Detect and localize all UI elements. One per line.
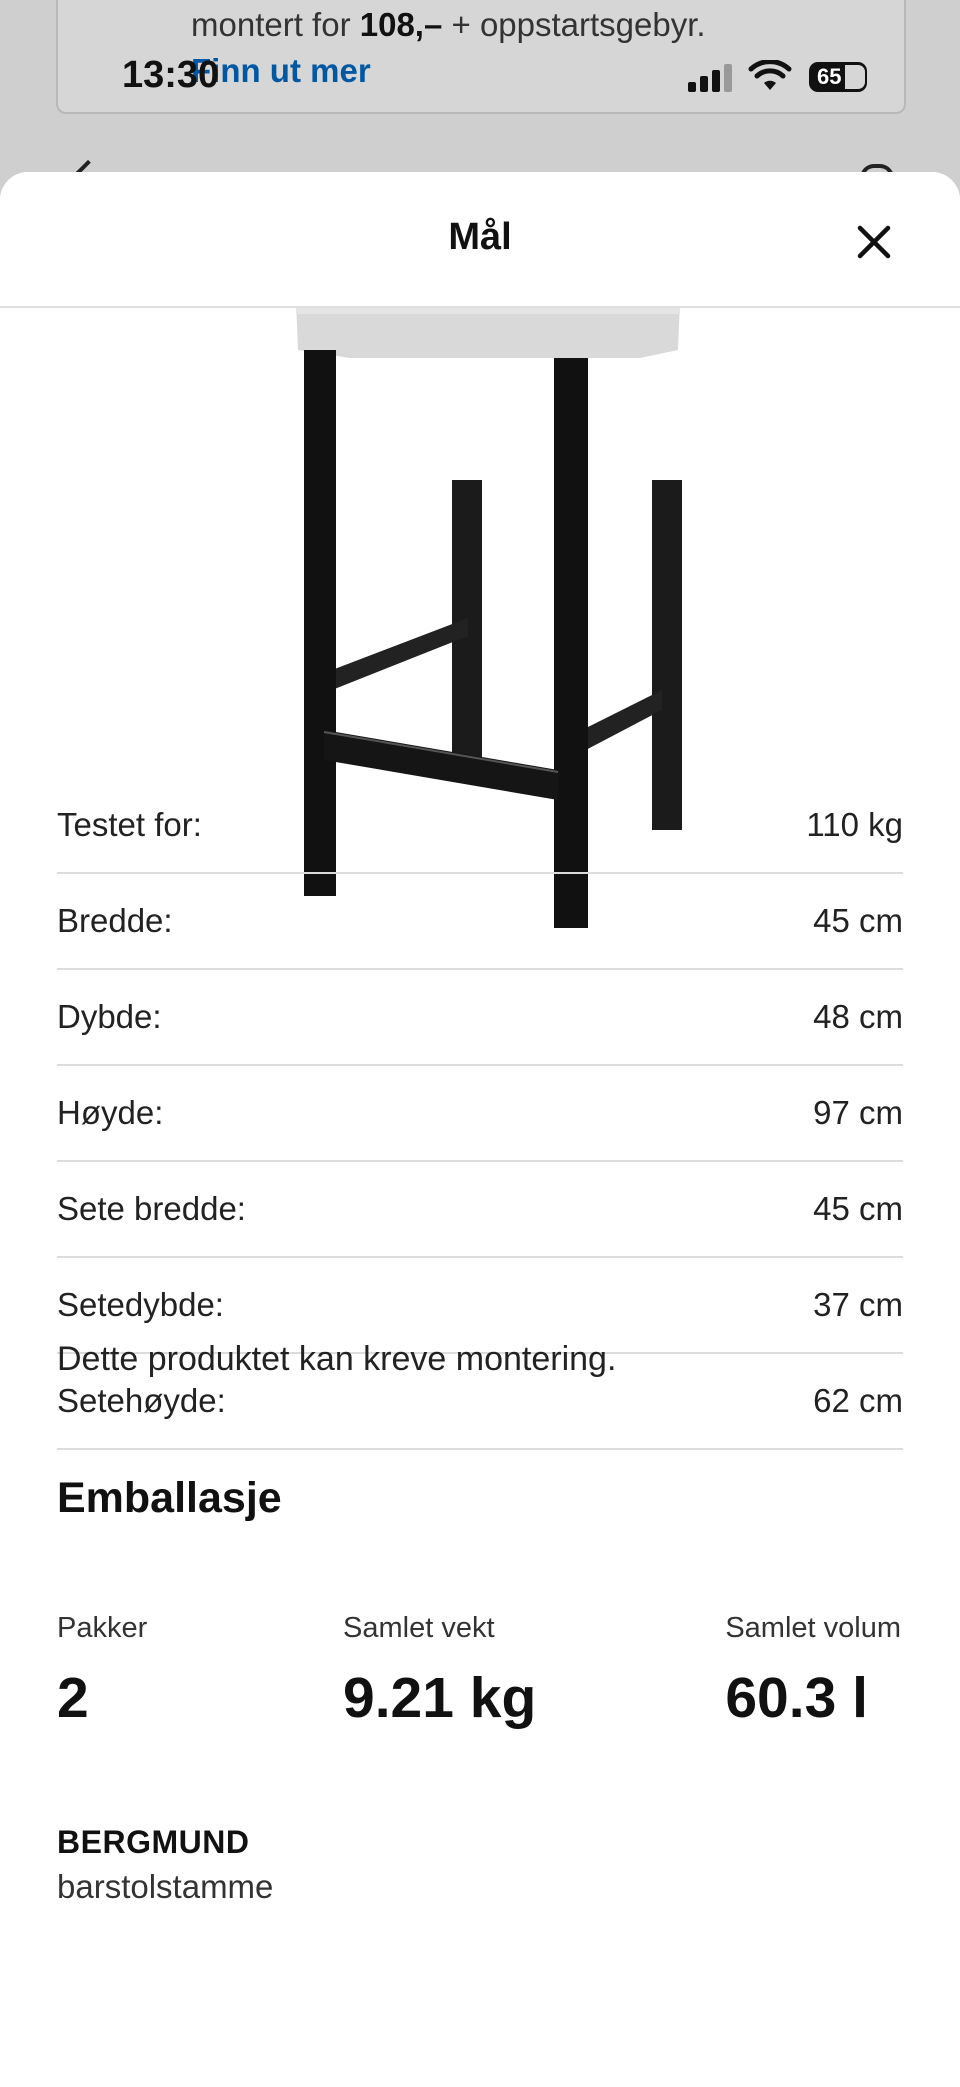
stat-value: 2 [57,1666,89,1730]
table-row: Dybde: 48 cm [57,970,903,1066]
spec-value: 48 cm [813,998,903,1035]
stat-label: Samlet vekt [343,1612,495,1644]
stat-label: Samlet volum [725,1612,901,1644]
spec-label: Testet for: [57,806,202,843]
total-volume-stat: Samlet volum 60.3 l [725,1612,901,1731]
stat-value: 9.21 kg [343,1666,537,1730]
spec-value: 45 cm [813,1190,903,1227]
spec-label: Dybde: [57,998,162,1035]
spec-value: 110 kg [806,806,903,843]
item-description: barstolstamme [57,1868,274,1905]
close-icon[interactable] [852,220,896,264]
table-row: Høyde: 97 cm [57,1066,903,1162]
spec-label: Setehøyde: [57,1382,226,1419]
item-name: BERGMUND [57,1824,250,1860]
battery-icon: 65 [809,62,867,92]
battery-level: 65 [817,64,842,89]
total-weight-stat: Samlet vekt 9.21 kg [343,1612,536,1731]
wifi-icon [748,60,792,90]
spec-value: 97 cm [813,1094,903,1131]
spec-label: Høyde: [57,1094,164,1131]
sheet-header: Mål [0,172,960,308]
banner-price-text: montert for 108,– + oppstartsgebyr. [191,6,706,43]
spec-value: 62 cm [813,1382,903,1419]
table-row: Bredde: 45 cm [57,874,903,970]
sheet-title: Mål [448,216,512,258]
stat-label: Pakker [57,1612,148,1644]
spec-value: 45 cm [813,902,903,939]
spec-label: Setedybde: [57,1286,224,1323]
table-row: Sete bredde: 45 cm [57,1162,903,1258]
spec-value: 37 cm [813,1286,903,1323]
stat-value: 60.3 l [725,1666,868,1730]
packages-stat: Pakker 2 [57,1612,147,1731]
spec-label: Sete bredde: [57,1190,246,1227]
spec-label: Bredde: [57,902,173,939]
signal-icon [688,64,732,92]
table-row: Testet for: 110 kg [57,778,903,874]
dimensions-sheet: Mål Testet for: 110 kg Bredde: 45 cm Dyb… [0,172,960,2087]
status-time: 13:30 [122,54,220,96]
assembly-note: Dette produktet kan kreve montering. [57,1340,617,1378]
packaging-heading: Emballasje [57,1474,282,1522]
